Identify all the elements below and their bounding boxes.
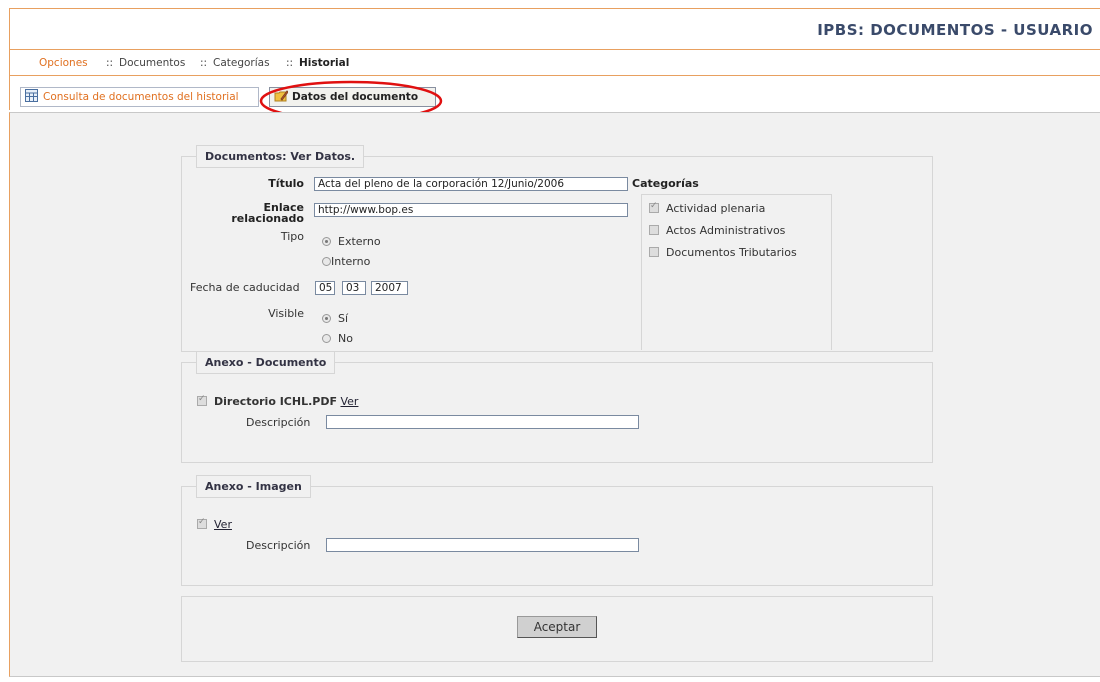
tipo-externo-option[interactable]: Externo (322, 235, 381, 248)
radio-label: No (338, 332, 353, 345)
ver-documento-link[interactable]: Ver (340, 395, 358, 408)
visible-label: Visible (268, 307, 304, 320)
nav-separator: :: (286, 57, 294, 69)
titulo-field[interactable]: Acta del pleno de la corporación 12/Juni… (314, 177, 628, 191)
categorias-label: Categorías (632, 177, 699, 190)
ver-imagen-link[interactable]: Ver (214, 518, 232, 531)
header-bar: IPBS: DOCUMENTOS - USUARIO (9, 8, 1100, 50)
visible-si-option[interactable]: Sí (322, 312, 348, 325)
main-content: Documentos: Ver Datos. Título Acta del p… (9, 112, 1100, 677)
enlace-label: Enlace relacionado (231, 201, 304, 225)
checkbox-label: Actividad plenaria (666, 202, 766, 215)
descripcion-label: Descripción (246, 416, 311, 429)
categorias-divider (641, 194, 642, 350)
fecha-year-field[interactable]: 2007 (371, 281, 408, 295)
aceptar-button[interactable]: Aceptar (517, 616, 597, 638)
categorias-divider (831, 194, 832, 350)
anexo-imagen-file: Ver (197, 517, 232, 531)
nav-documentos-link[interactable]: Documentos (119, 57, 185, 69)
tab-consulta-historial[interactable]: Consulta de documentos del historial (20, 87, 259, 107)
tabs-bar: Consulta de documentos del historial Dat… (9, 76, 1100, 110)
radio-label: Sí (338, 312, 349, 325)
titulo-label: Título (268, 177, 304, 190)
breadcrumb-nav: Opciones :: Documentos :: Categorías :: … (9, 49, 1100, 76)
radio-icon[interactable] (322, 314, 331, 323)
tab-label: Consulta de documentos del historial (43, 91, 239, 103)
documentos-legend: Documentos: Ver Datos. (196, 145, 365, 168)
anexo-imagen-legend: Anexo - Imagen (196, 475, 311, 498)
fecha-month-field[interactable]: 03 (342, 281, 366, 295)
file-name: Directorio ICHL.PDF (214, 395, 337, 408)
visible-no-option[interactable]: No (322, 332, 353, 345)
radio-icon[interactable] (322, 237, 331, 246)
fecha-day-field[interactable]: 05 (315, 281, 335, 295)
anexo-documento-file: Directorio ICHL.PDF Ver (197, 394, 358, 408)
nav-separator: :: (200, 57, 208, 69)
nav-opciones-link[interactable]: Opciones (39, 57, 88, 69)
radio-label: Externo (338, 235, 381, 248)
checkbox-label: Actos Administrativos (666, 224, 786, 237)
enlace-field[interactable]: http://www.bop.es (314, 203, 628, 217)
nav-categorias-link[interactable]: Categorías (213, 57, 270, 69)
radio-icon[interactable] (322, 334, 331, 343)
imagen-descripcion-field[interactable] (326, 538, 639, 552)
anexo-documento-legend: Anexo - Documento (196, 351, 336, 374)
categoria-actividad-plenaria[interactable]: Actividad plenaria (649, 201, 766, 215)
nav-historial-link[interactable]: Historial (299, 57, 349, 69)
descripcion-label: Descripción (246, 539, 311, 552)
tipo-interno-option[interactable]: Interno (322, 255, 370, 268)
fecha-label: Fecha de caducidad (190, 281, 300, 294)
checkbox[interactable] (197, 517, 207, 529)
nav-separator: :: (106, 57, 114, 69)
categoria-actos-administrativos[interactable]: Actos Administrativos (649, 224, 785, 237)
categoria-documentos-tributarios[interactable]: Documentos Tributarios (649, 246, 797, 259)
checkbox[interactable] (197, 394, 207, 406)
checkbox[interactable] (649, 201, 659, 213)
checkbox[interactable] (649, 247, 659, 257)
radio-label: Interno (331, 255, 371, 268)
app-title: IPBS: DOCUMENTOS - USUARIO (817, 21, 1093, 39)
categorias-top-border (641, 194, 831, 195)
table-icon (25, 89, 38, 102)
anexo-imagen-fieldset: Anexo - Imagen (181, 475, 933, 586)
checkbox-label: Documentos Tributarios (666, 246, 797, 259)
radio-icon[interactable] (322, 257, 331, 266)
checkbox[interactable] (649, 225, 659, 235)
tipo-label: Tipo (280, 230, 304, 243)
documento-descripcion-field[interactable] (326, 415, 639, 429)
app-window: IPBS: DOCUMENTOS - USUARIO Opciones :: D… (0, 0, 1100, 682)
